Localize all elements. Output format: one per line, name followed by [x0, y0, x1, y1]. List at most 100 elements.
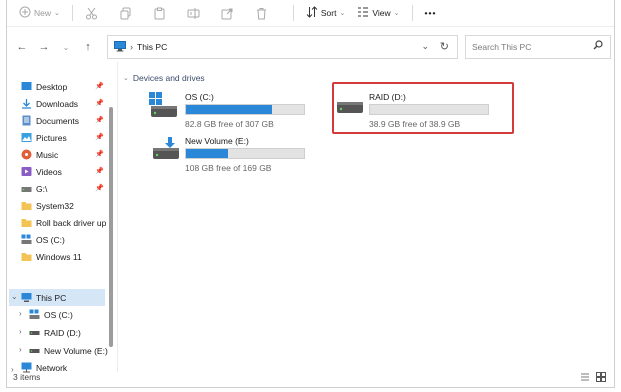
- expand-chevron-down-icon[interactable]: ⌄: [11, 292, 18, 301]
- pictures-icon: [21, 132, 32, 143]
- drive-name: New Volume (E:): [185, 136, 249, 146]
- sidebar-item-system32[interactable]: System32: [21, 198, 74, 213]
- sidebar-item-desktop[interactable]: Desktop: [21, 79, 67, 94]
- sort-icon: [306, 6, 318, 20]
- desktop-icon: [21, 81, 32, 92]
- sidebar-item-windows-11[interactable]: Windows 11: [21, 249, 82, 264]
- address-dropdown-icon[interactable]: ⌄: [421, 41, 429, 52]
- sidebar-item-new-volume-e[interactable]: New Volume (E:): [29, 343, 108, 358]
- this-pc-monitor-icon: [21, 292, 32, 303]
- sidebar-item-raid-d[interactable]: RAID (D:): [29, 325, 81, 340]
- see-more-button[interactable]: •••: [421, 2, 441, 24]
- highlight-annotation-box: [332, 82, 514, 134]
- sidebar-item-label: Network: [36, 362, 68, 373]
- paste-icon[interactable]: [149, 2, 171, 24]
- drive-free-space: 82.8 GB free of 307 GB: [185, 119, 274, 129]
- search-placeholder: Search This PC: [472, 42, 532, 52]
- sidebar-item-this-pc[interactable]: This PC: [21, 290, 66, 305]
- pin-icon: 📌: [95, 168, 104, 175]
- address-bar[interactable]: › This PC ⌄ ↻: [107, 35, 458, 59]
- toolbar-separator: [292, 5, 294, 21]
- windows-drive-icon: [149, 92, 179, 122]
- sidebar-item-label: Desktop: [36, 81, 68, 92]
- cut-icon[interactable]: [81, 2, 103, 24]
- chevron-down-icon: ⌄: [123, 75, 129, 82]
- sort-button[interactable]: Sort ⌄: [302, 2, 349, 24]
- file-explorer-window: New ⌄ Sort ⌄ View ⌄ ••• ← → ⌄ ↑ › This P…: [6, 0, 615, 388]
- folder-icon: [21, 200, 32, 211]
- toolbar-separator: [411, 5, 413, 21]
- this-pc-monitor-icon: [114, 40, 126, 54]
- breadcrumb-chevron-icon: ›: [130, 42, 133, 52]
- new-button[interactable]: New ⌄: [15, 2, 64, 24]
- pin-icon: 📌: [95, 151, 104, 158]
- sidebar-item-label: Pictures: [36, 132, 67, 143]
- sidebar-item-downloads[interactable]: Downloads: [21, 96, 78, 111]
- sidebar-item-g-drive[interactable]: G:\: [21, 181, 47, 196]
- copy-icon[interactable]: [115, 2, 137, 24]
- chevron-down-icon: ⌄: [393, 10, 400, 17]
- music-icon: [21, 149, 32, 160]
- folder-icon: [21, 217, 32, 228]
- drive-tile-new-volume-e[interactable]: New Volume (E:) 108 GB free of 169 GB: [149, 136, 319, 174]
- tiles-view-icon[interactable]: [596, 372, 606, 384]
- search-input[interactable]: Search This PC: [465, 35, 611, 59]
- sidebar-item-label: Windows 11: [36, 251, 82, 262]
- folder-icon: [21, 251, 32, 262]
- group-header-devices-and-drives[interactable]: ⌄ Devices and drives: [123, 73, 205, 83]
- recent-locations-chevron-icon[interactable]: ⌄: [55, 43, 77, 52]
- expand-chevron-right-icon[interactable]: ›: [19, 345, 22, 354]
- view-button-label: View: [372, 8, 391, 18]
- sidebar-item-music[interactable]: Music: [21, 147, 58, 162]
- chevron-down-icon: ⌄: [339, 10, 346, 17]
- pin-icon: 📌: [95, 100, 104, 107]
- sidebar-item-os-c[interactable]: OS (C:): [21, 232, 65, 247]
- more-icon: •••: [424, 8, 437, 18]
- documents-icon: [21, 115, 32, 126]
- chevron-down-icon: ⌄: [54, 10, 60, 17]
- group-header-label: Devices and drives: [132, 73, 205, 83]
- drive-tile-os-c[interactable]: OS (C:) 82.8 GB free of 307 GB: [149, 92, 319, 130]
- delete-icon[interactable]: [251, 2, 273, 24]
- windows-drive-icon: [21, 234, 32, 245]
- drive-icon: [21, 183, 32, 194]
- refresh-icon[interactable]: ↻: [440, 40, 449, 53]
- rename-icon[interactable]: [183, 2, 205, 24]
- share-icon[interactable]: [217, 2, 239, 24]
- up-arrow-icon[interactable]: ↑: [77, 41, 99, 53]
- expand-chevron-right-icon[interactable]: ›: [19, 327, 22, 336]
- sidebar-item-label: Music: [36, 149, 59, 160]
- sidebar-item-roll-back-driver[interactable]: Roll back driver up: [21, 215, 113, 230]
- sidebar-item-label: This PC: [36, 292, 67, 303]
- sidebar-item-label: Roll back driver up: [36, 217, 107, 228]
- sidebar-item-label: System32: [36, 200, 74, 211]
- back-arrow-icon[interactable]: ←: [11, 41, 33, 53]
- pin-icon: 📌: [95, 185, 104, 192]
- sidebar-item-label: Documents: [36, 115, 79, 126]
- drive-icon: [29, 345, 40, 356]
- sidebar-item-label: Videos: [36, 166, 62, 177]
- pin-icon: 📌: [95, 83, 104, 90]
- drive-icon: [151, 134, 181, 166]
- sidebar-item-label: New Volume (E:): [44, 345, 108, 356]
- view-button[interactable]: View ⌄: [353, 2, 403, 24]
- drive-usage-bar: [185, 148, 305, 159]
- forward-arrow-icon[interactable]: →: [33, 41, 55, 53]
- breadcrumb[interactable]: This PC: [137, 42, 167, 52]
- pane-divider: [117, 62, 118, 372]
- sidebar-item-label: G:\: [36, 183, 48, 194]
- view-switcher: [580, 372, 606, 384]
- toolbar-separator: [71, 5, 73, 21]
- expand-chevron-right-icon[interactable]: ›: [19, 309, 22, 318]
- sidebar-item-pictures[interactable]: Pictures: [21, 130, 67, 145]
- sort-button-label: Sort: [320, 8, 337, 18]
- details-view-icon[interactable]: [580, 372, 590, 384]
- sidebar-item-os-c-drive[interactable]: OS (C:): [29, 307, 73, 322]
- sidebar-item-documents[interactable]: Documents: [21, 113, 79, 128]
- drive-usage-bar: [185, 104, 305, 115]
- navigation-pane: Desktop 📌 Downloads 📌 Documents 📌 Pictur…: [7, 77, 115, 374]
- sidebar-item-label: OS (C:): [44, 309, 73, 320]
- sidebar-item-label: OS (C:): [36, 234, 65, 245]
- sidebar-item-videos[interactable]: Videos: [21, 164, 62, 179]
- sidebar-scrollbar[interactable]: [109, 107, 113, 347]
